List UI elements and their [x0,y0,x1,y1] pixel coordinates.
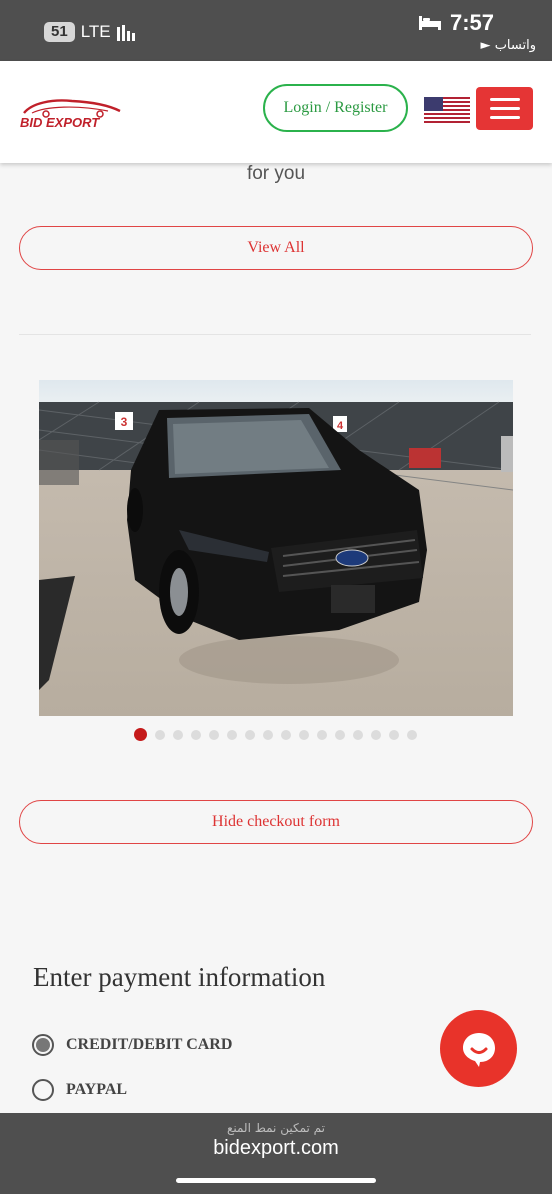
lot-sign-3: 3 [121,415,128,429]
carousel-dot[interactable] [335,729,345,740]
chat-bubble-icon [462,1032,495,1067]
carousel-dot[interactable] [353,729,363,740]
bed-icon [419,16,441,30]
hamburger-icon [489,98,520,101]
network-type: LTE [80,22,111,41]
back-to-app[interactable]: ► واتساب [481,38,536,53]
radio-button-checked[interactable] [32,1034,54,1056]
chat-widget-button[interactable] [440,1010,517,1087]
site-header: BID EXPORT Login / Register [0,61,552,163]
payment-option-card[interactable]: CREDIT/DEBIT CARD [32,1034,232,1056]
carousel-dot[interactable] [263,729,273,740]
home-indicator[interactable] [176,1178,376,1183]
signal-bars-icon [116,23,135,41]
section-subtitle: for you [246,163,306,184]
carrier-badge: 51 [44,22,75,42]
carousel-pagination [134,728,417,741]
payment-option-label: CREDIT/DEBIT CARD [66,1036,233,1053]
vehicle-image-carousel[interactable]: 3 4 [39,380,513,716]
carousel-dot[interactable] [227,729,237,740]
payment-option-label: PAYPAL [66,1081,128,1098]
url-text[interactable]: bidexport.com [0,1137,552,1160]
clock: 7:57 [418,10,494,36]
vehicle-photo: 3 4 [39,380,513,716]
login-register-button[interactable]: Login / Register [263,84,408,132]
carousel-dot[interactable] [389,729,399,740]
carousel-dot[interactable] [155,729,165,740]
time-text: 7:57 [450,10,495,35]
payment-section-title: Enter payment information [33,962,326,992]
logo-text: BID EXPORT [20,115,100,129]
status-bar: 51 LTE 7:57 ► واتساب [0,0,552,61]
carousel-dot[interactable] [191,729,201,740]
view-all-button[interactable]: View All [19,226,533,270]
carousel-dot[interactable] [407,729,417,740]
divider [19,334,531,335]
browser-address-bar: تم تمكين نمط المنع bidexport.com [0,1113,552,1194]
bid-export-logo[interactable]: BID EXPORT [18,97,126,130]
carousel-dot[interactable] [281,729,291,740]
carousel-dot[interactable] [371,729,381,740]
carousel-dot[interactable] [317,729,327,740]
carousel-dot[interactable] [173,729,183,740]
carousel-dot-active[interactable] [134,728,147,741]
hamburger-menu-button[interactable] [476,87,533,130]
carousel-dot[interactable] [299,729,309,740]
hide-checkout-form-button[interactable]: Hide checkout form [19,800,533,844]
carousel-dot[interactable] [245,729,255,740]
signal-indicator: 51 LTE [44,22,135,42]
payment-option-paypal[interactable]: PAYPAL [32,1079,127,1101]
radio-button[interactable] [32,1079,54,1101]
carousel-dot[interactable] [209,729,219,740]
mode-notice: تم تمكين نمط المنع [226,1121,326,1135]
lot-sign-4: 4 [337,420,344,432]
us-flag-icon[interactable] [424,97,470,123]
